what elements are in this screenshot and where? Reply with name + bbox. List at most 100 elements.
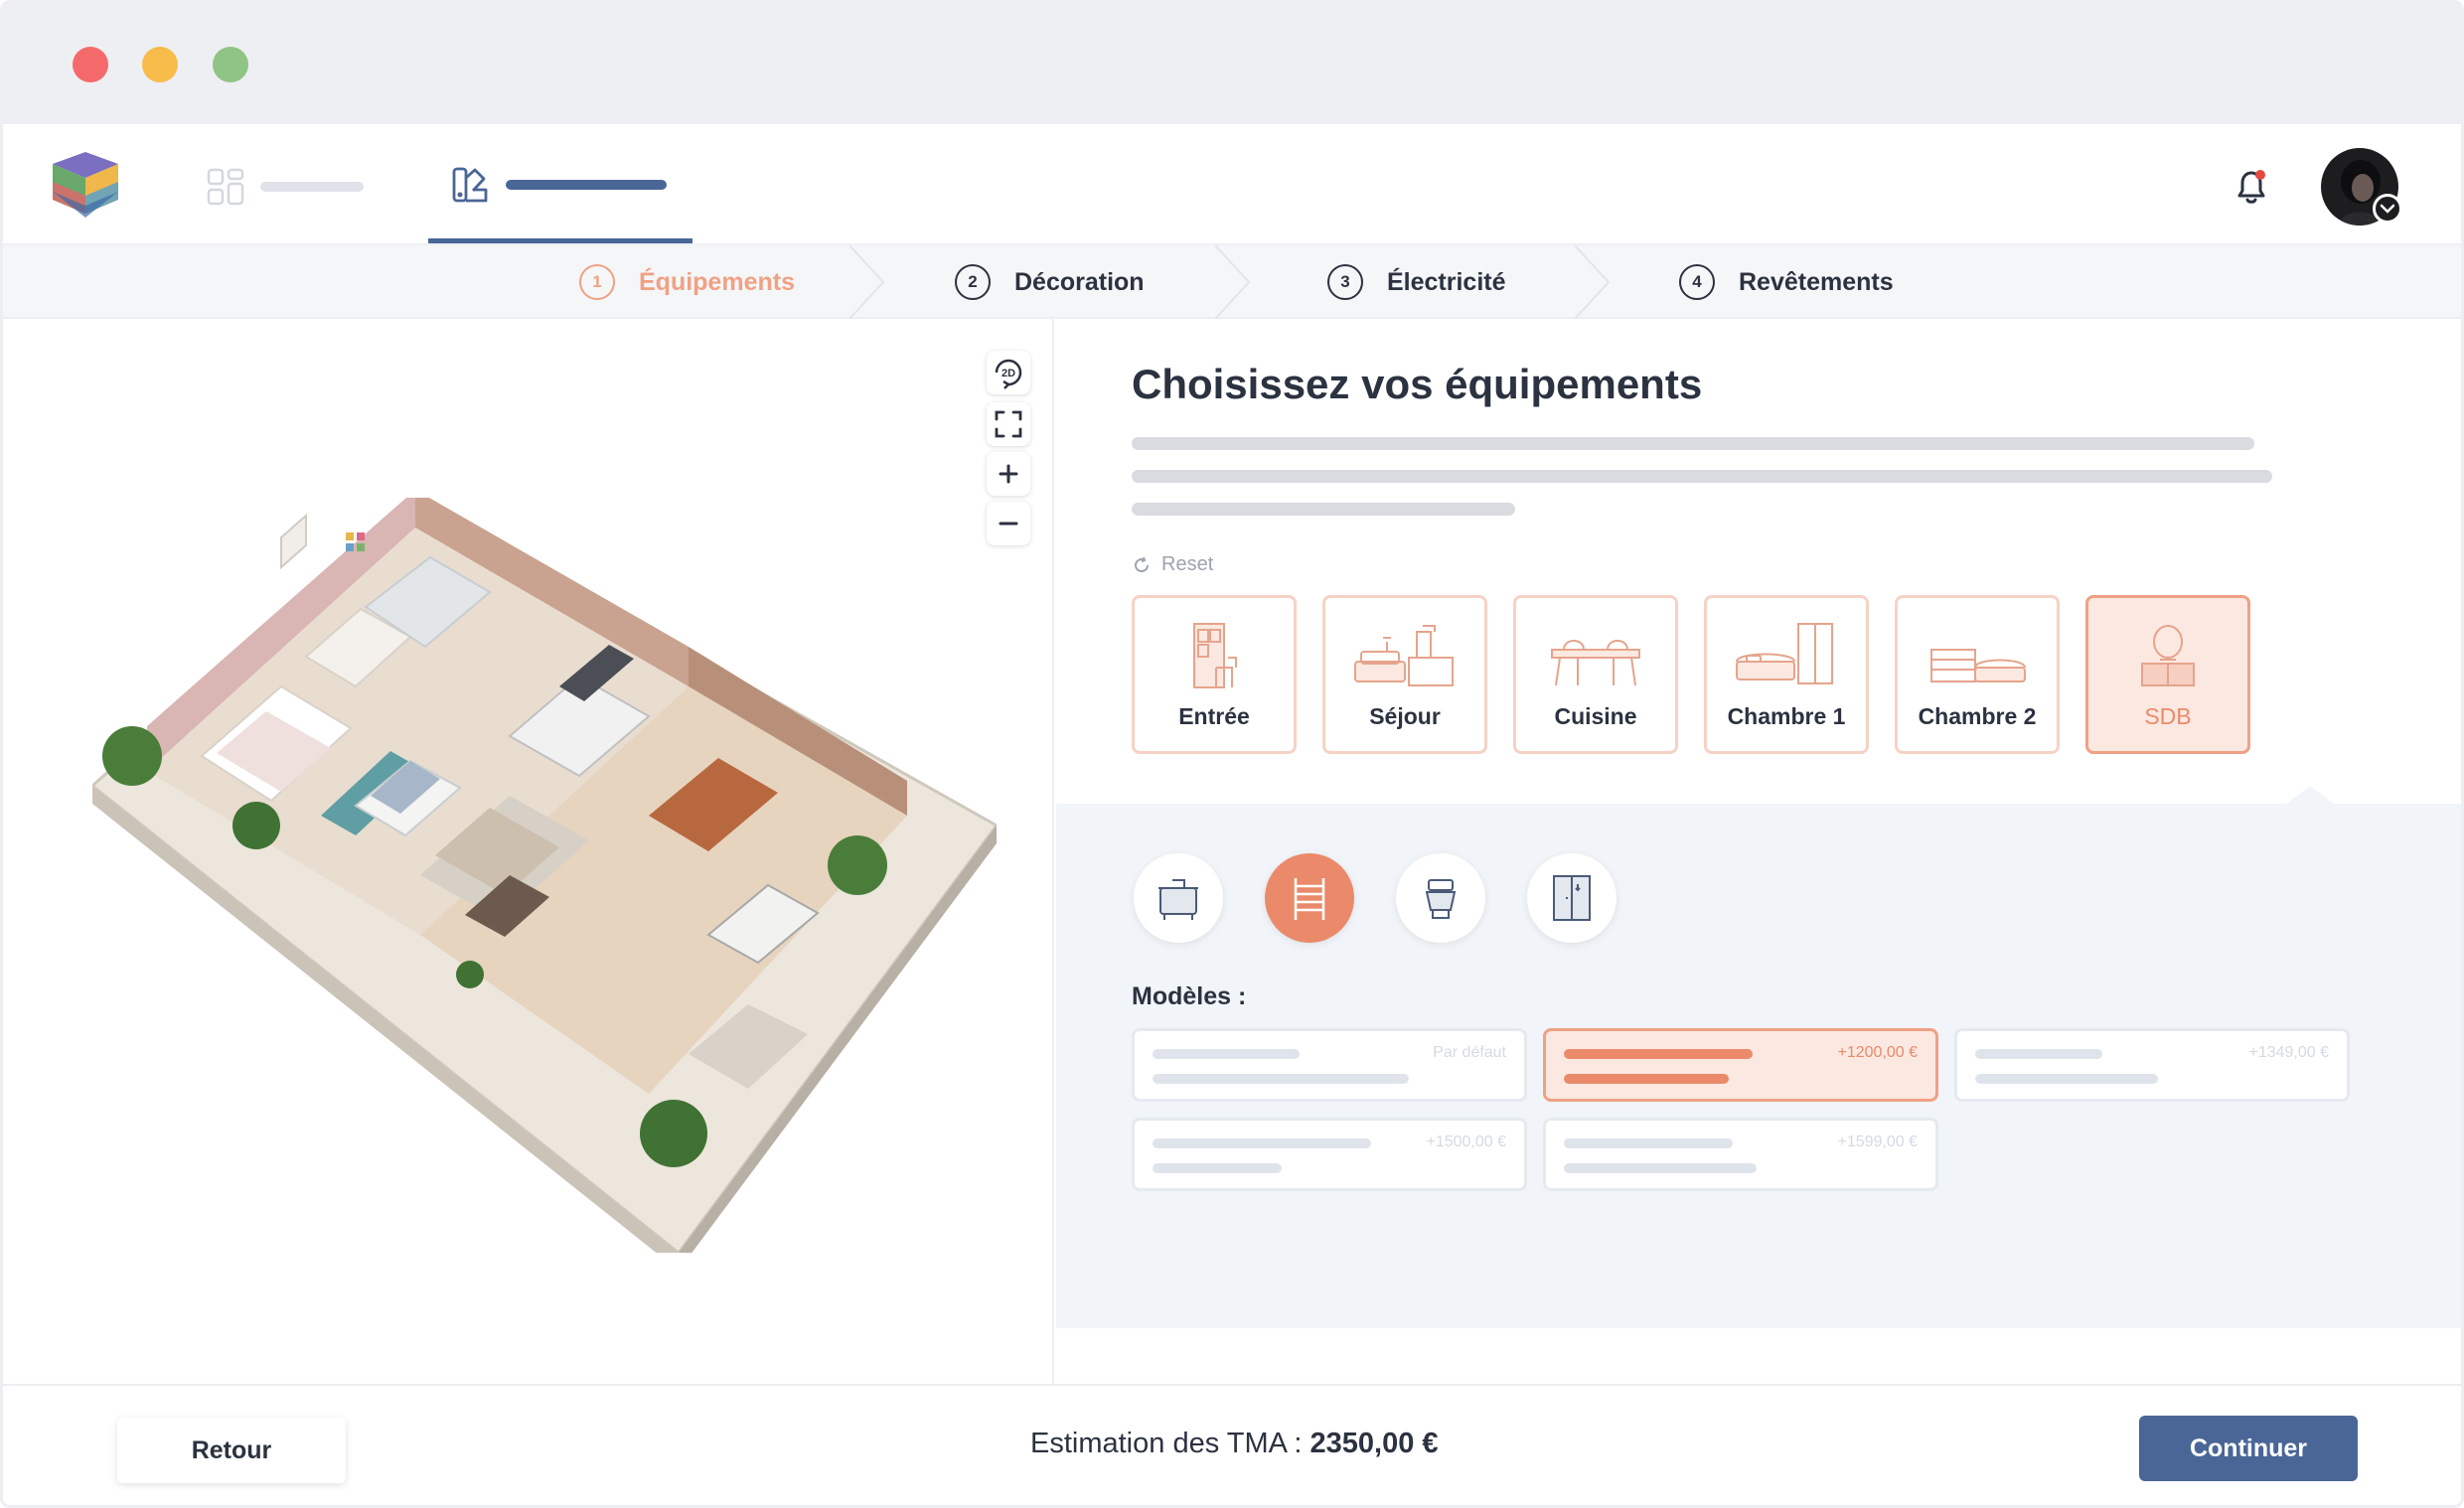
room-card-chambre-2[interactable]: Chambre 2	[1895, 595, 2060, 754]
step-label: Électricité	[1387, 267, 1506, 296]
description-placeholder-line	[1132, 503, 1515, 516]
toggle-2d-label: 2D	[1001, 368, 1015, 379]
step-number: 1	[579, 264, 615, 300]
room-card-sejour[interactable]: Séjour	[1322, 595, 1487, 754]
zoom-in-button[interactable]	[987, 452, 1030, 496]
equipment-towel-radiator[interactable]	[1265, 853, 1354, 943]
model-option-card[interactable]: +1599,00 €	[1543, 1118, 1938, 1191]
model-option-card[interactable]: Par défaut	[1132, 1028, 1527, 1102]
model-title-placeholder	[1153, 1049, 1300, 1059]
bedroom-icon	[1736, 623, 1833, 684]
notification-bell-icon[interactable]	[2229, 164, 2274, 210]
account-menu-toggle[interactable]	[2373, 194, 2402, 224]
room-selector: Entrée Séjour Cuisine Chambre 1 Chambre …	[1132, 595, 2324, 754]
refresh-icon	[1135, 556, 1150, 572]
towel-radiator-icon	[1294, 878, 1325, 920]
bedroom-icon	[1930, 649, 2026, 682]
model-title-placeholder	[1153, 1138, 1371, 1148]
nav-dashboard-label-placeholder	[260, 182, 364, 192]
model-price: +1200,00 €	[1837, 1044, 1918, 1061]
step-decoration[interactable]: 2 Décoration	[955, 245, 1145, 319]
room-label: Chambre 1	[1727, 703, 1846, 729]
footer-bar: Retour Estimation des TMA : 2350,00 € Co…	[3, 1384, 2461, 1505]
room-label: Chambre 2	[1918, 703, 2037, 729]
model-title-placeholder	[1564, 1049, 1753, 1059]
reset-label: Reset	[1161, 553, 1214, 575]
entrance-icon	[1193, 623, 1237, 688]
room-card-sdb[interactable]: SDB	[2085, 595, 2250, 754]
equipment-toilet[interactable]	[1396, 853, 1485, 943]
chevron-down-icon	[2380, 204, 2395, 214]
estimate-label: Estimation des TMA :	[1030, 1428, 1310, 1459]
page-title: Choisissez vos équipements	[1132, 361, 1703, 407]
nav-customization[interactable]	[428, 124, 693, 243]
model-title-placeholder	[1564, 1138, 1733, 1148]
step-separator-icon	[848, 245, 885, 319]
step-equipements[interactable]: 1 Équipements	[579, 245, 795, 319]
grid-icon	[207, 168, 244, 206]
living-room-icon	[1354, 625, 1454, 686]
toggle-2d-button[interactable]: 2D	[987, 351, 1030, 394]
toilet-icon	[1425, 879, 1457, 919]
equipment-vanity[interactable]	[1134, 853, 1223, 943]
step-label: Décoration	[1014, 267, 1145, 296]
description-placeholder-line	[1132, 437, 2254, 450]
nav-customization-label-placeholder	[506, 180, 667, 190]
maximize-window-button[interactable]	[213, 47, 248, 82]
model-option-card[interactable]: +1200,00 €	[1543, 1028, 1938, 1102]
selection-pointer	[2284, 786, 2336, 806]
floorplan-viewer: 2D	[3, 319, 1054, 1384]
room-card-chambre-1[interactable]: Chambre 1	[1704, 595, 1869, 754]
rotate-2d-icon: 2D	[995, 359, 1022, 389]
step-electricite[interactable]: 3 Électricité	[1327, 245, 1506, 319]
zoom-in-icon	[999, 464, 1018, 484]
step-number: 2	[955, 264, 991, 300]
swatch-icon	[452, 167, 488, 203]
step-revetements[interactable]: 4 Revêtements	[1679, 245, 1894, 319]
step-separator-icon	[1574, 245, 1611, 319]
kitchen-icon	[1551, 640, 1640, 686]
model-option-card[interactable]: +1500,00 €	[1132, 1118, 1527, 1191]
model-desc-placeholder	[1153, 1163, 1282, 1173]
step-number: 4	[1679, 264, 1715, 300]
app-window: 1 Équipements 2 Décoration 3 Électricité…	[0, 0, 2464, 1508]
step-label: Équipements	[639, 267, 795, 296]
reset-button[interactable]: Reset	[1132, 553, 1213, 576]
room-label: Cuisine	[1554, 703, 1637, 729]
close-window-button[interactable]	[73, 47, 108, 82]
room-label: Séjour	[1369, 703, 1441, 729]
app-header	[3, 124, 2461, 245]
equipment-shower-door[interactable]	[1527, 853, 1617, 943]
room-card-entree[interactable]: Entrée	[1132, 595, 1297, 754]
model-price: +1500,00 €	[1426, 1133, 1506, 1150]
continue-button[interactable]: Continuer	[2139, 1416, 2358, 1481]
description-placeholder-line	[1132, 470, 2272, 483]
step-label: Revêtements	[1739, 267, 1894, 296]
bathroom-icon	[2141, 625, 2195, 686]
room-label: Entrée	[1178, 703, 1250, 729]
zoom-out-icon	[999, 522, 1018, 526]
model-price: +1599,00 €	[1837, 1133, 1918, 1150]
back-button[interactable]: Retour	[117, 1418, 346, 1483]
step-navigation: 1 Équipements 2 Décoration 3 Électricité…	[3, 245, 2461, 319]
step-separator-icon	[1214, 245, 1251, 319]
model-title-placeholder	[1975, 1049, 2102, 1059]
room-card-cuisine[interactable]: Cuisine	[1513, 595, 1678, 754]
models-heading: Modèles :	[1132, 982, 1247, 1010]
model-desc-placeholder	[1975, 1074, 2158, 1084]
model-desc-placeholder	[1564, 1163, 1757, 1173]
nav-dashboard[interactable]	[207, 164, 385, 208]
step-number: 3	[1327, 264, 1363, 300]
app-logo[interactable]	[49, 152, 122, 222]
model-price: Par défaut	[1433, 1044, 1506, 1061]
model-desc-placeholder	[1564, 1074, 1729, 1084]
equipment-subpanel: Modèles : Par défaut +1200,00 € +1349,00…	[1056, 804, 2461, 1328]
fullscreen-icon	[995, 410, 1022, 438]
model-option-card[interactable]: +1349,00 €	[1954, 1028, 2350, 1102]
minimize-window-button[interactable]	[142, 47, 178, 82]
model-price: +1349,00 €	[2248, 1044, 2329, 1061]
floorplan-3d-render[interactable]	[92, 498, 997, 1253]
equipment-panel: Choisissez vos équipements Reset Entrée	[1056, 319, 2461, 1384]
fullscreen-button[interactable]	[987, 402, 1030, 446]
vanity-icon	[1158, 879, 1198, 920]
